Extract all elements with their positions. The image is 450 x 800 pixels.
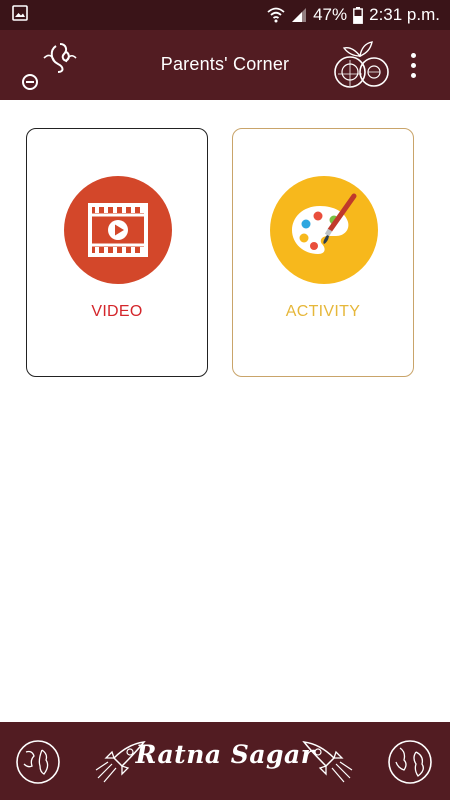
status-left: [12, 4, 28, 26]
rocket-icon: [300, 736, 356, 786]
status-bar: 47% 2:31 p.m.: [0, 0, 450, 30]
paint-palette-icon: [292, 193, 357, 254]
battery-percent: 47%: [313, 5, 348, 24]
fruit-art-icon: [330, 38, 392, 94]
video-label: VIDEO: [91, 303, 143, 320]
video-card[interactable]: VIDEO: [26, 128, 208, 377]
status-right: 47% 2:31 p.m.: [267, 5, 440, 25]
footer-brand: Ratna Sagar: [135, 740, 315, 769]
clock: 2:31 p.m.: [369, 5, 440, 24]
activity-icon-circle: [270, 176, 378, 284]
activity-label: ACTIVITY: [285, 303, 361, 320]
globe-icon: [386, 738, 434, 786]
video-icon-circle: [64, 176, 172, 284]
app-bar: Parents' Corner: [0, 30, 450, 100]
signal-icon: [291, 7, 307, 23]
image-icon: [12, 4, 28, 26]
activity-card[interactable]: ACTIVITY: [232, 128, 414, 377]
video-film-icon: [88, 203, 148, 257]
wifi-icon: [267, 7, 285, 23]
battery-icon: [353, 6, 364, 24]
more-vert-icon: [410, 52, 416, 58]
footer: Ratna Sagar: [0, 722, 450, 800]
overflow-menu-button[interactable]: [400, 48, 426, 82]
